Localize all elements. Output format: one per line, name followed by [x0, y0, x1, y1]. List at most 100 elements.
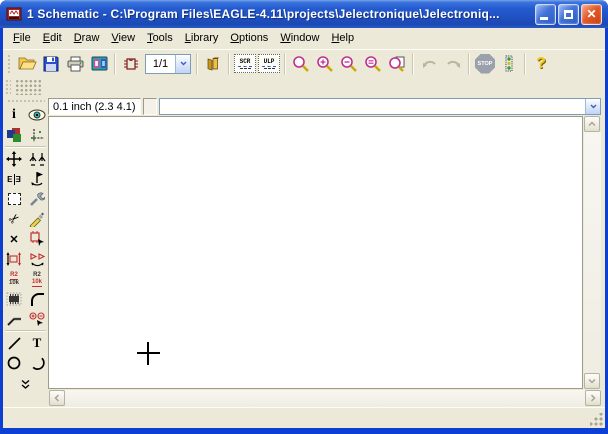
more-tools-button[interactable] — [16, 375, 36, 394]
name-tool-button[interactable]: R210k — [4, 270, 24, 289]
toolbar-separator — [228, 53, 230, 75]
help-button[interactable]: ? — [529, 53, 553, 75]
toolbar-grip[interactable] — [5, 79, 11, 95]
add-tool-button[interactable] — [27, 230, 47, 249]
split-icon — [7, 312, 22, 327]
display-tool-button[interactable] — [4, 126, 24, 145]
group-tool-button[interactable] — [4, 190, 24, 209]
invoke-icon — [29, 312, 46, 326]
name-icon: R210k — [9, 272, 19, 287]
zoom-select-button[interactable] — [361, 53, 385, 75]
open-button[interactable] — [15, 53, 39, 75]
zoom-fit-button[interactable] — [289, 53, 313, 75]
vertical-scroll-track[interactable] — [584, 132, 601, 373]
cut-tool-button[interactable]: ✂ — [4, 210, 24, 229]
palette-grip[interactable] — [7, 99, 45, 104]
tool-palette: i EƎ — [3, 97, 48, 407]
invoke-tool-button[interactable] — [27, 310, 47, 329]
chevron-up-icon — [588, 121, 596, 127]
menu-library[interactable]: Library — [179, 30, 225, 47]
close-button[interactable]: ✕ — [581, 4, 602, 25]
script-icon: SCR — [234, 54, 256, 73]
vertical-scrollbar[interactable] — [584, 116, 601, 389]
redo-icon — [445, 58, 462, 69]
circle-tool-button[interactable] — [4, 354, 24, 373]
parameter-toolbar: 0.1 inch (2.3 4.1) — [48, 97, 601, 116]
split-tool-button[interactable] — [4, 310, 24, 329]
scroll-down-button[interactable] — [584, 373, 600, 389]
run-script-button[interactable]: SCR — [233, 53, 257, 75]
resize-grip[interactable] — [590, 413, 603, 426]
show-tool-button[interactable] — [27, 106, 47, 125]
open-board-button[interactable] — [119, 53, 143, 75]
minimize-icon — [540, 17, 548, 20]
arc-tool-button[interactable] — [27, 354, 47, 373]
zoom-redraw-icon — [388, 55, 406, 73]
smash-icon — [6, 292, 22, 306]
titlebar[interactable]: 1 Schematic - C:\Program Files\EAGLE-4.1… — [0, 0, 608, 28]
coordinate-aux-box — [143, 98, 157, 115]
value-tool-button[interactable]: R210k — [27, 270, 47, 289]
change-tool-button[interactable] — [27, 190, 47, 209]
menu-window[interactable]: Window — [274, 30, 325, 47]
canvas[interactable] — [48, 116, 583, 389]
undo-icon — [421, 58, 438, 69]
mark-tool-button[interactable] — [27, 126, 47, 145]
redo-button[interactable] — [441, 53, 465, 75]
gateswap-tool-button[interactable] — [27, 250, 47, 269]
menu-options[interactable]: Options — [224, 30, 274, 47]
miter-tool-button[interactable] — [27, 290, 47, 309]
text-tool-button[interactable]: T — [27, 334, 47, 353]
menu-draw[interactable]: Draw — [68, 30, 106, 47]
chevron-right-icon — [590, 394, 596, 402]
menu-tools[interactable]: Tools — [141, 30, 179, 47]
menu-edit[interactable]: Edit — [37, 30, 68, 47]
library-books-icon — [205, 56, 221, 72]
rotate-tool-button[interactable] — [27, 170, 47, 189]
toolbar-dock-grip[interactable] — [15, 79, 42, 95]
delete-tool-button[interactable]: ✕ — [4, 230, 24, 249]
zoom-out-button[interactable] — [337, 53, 361, 75]
scroll-left-button[interactable] — [49, 390, 65, 406]
palette-separator — [5, 146, 46, 148]
zoom-in-button[interactable] — [313, 53, 337, 75]
command-dropdown-button[interactable] — [585, 99, 600, 114]
sheet-dropdown-button[interactable] — [175, 55, 190, 73]
selection-box-icon — [8, 193, 21, 205]
scroll-right-button[interactable] — [585, 390, 601, 406]
minimize-button[interactable] — [535, 4, 556, 25]
undo-button[interactable] — [417, 53, 441, 75]
wire-tool-button[interactable] — [4, 334, 24, 353]
toolbar-separator — [524, 53, 526, 75]
toolbar-separator — [196, 53, 198, 75]
stop-button[interactable]: STOP — [473, 53, 497, 75]
toolbar-grip[interactable] — [7, 54, 11, 74]
save-button[interactable] — [39, 53, 63, 75]
paste-tool-button[interactable] — [27, 210, 47, 229]
smash-tool-button[interactable] — [4, 290, 24, 309]
print-button[interactable] — [63, 53, 87, 75]
erc-button[interactable] — [497, 53, 521, 75]
move-tool-button[interactable] — [4, 150, 24, 169]
scroll-up-button[interactable] — [584, 116, 600, 132]
command-combobox[interactable] — [159, 98, 601, 115]
window-title: 1 Schematic - C:\Program Files\EAGLE-4.1… — [27, 7, 530, 21]
maximize-button[interactable] — [558, 4, 579, 25]
pinswap-tool-button[interactable] — [4, 250, 24, 269]
menu-file[interactable]: File — [7, 30, 37, 47]
zoom-redraw-button[interactable] — [385, 53, 409, 75]
info-icon: i — [12, 108, 16, 122]
mirror-tool-button[interactable]: EƎ — [4, 170, 24, 189]
sheet-selector[interactable]: 1/1 — [145, 54, 191, 74]
menu-help[interactable]: Help — [325, 30, 360, 47]
horizontal-scrollbar[interactable] — [49, 390, 601, 407]
copy-tool-button[interactable] — [27, 150, 47, 169]
cam-processor-button[interactable] — [87, 53, 111, 75]
use-library-button[interactable] — [201, 53, 225, 75]
info-tool-button[interactable]: i — [4, 106, 24, 125]
run-ulp-button[interactable]: ULP — [257, 53, 281, 75]
menu-view[interactable]: View — [105, 30, 141, 47]
horizontal-scroll-track[interactable] — [65, 390, 585, 407]
command-input[interactable] — [160, 99, 585, 114]
print-icon — [67, 56, 84, 72]
